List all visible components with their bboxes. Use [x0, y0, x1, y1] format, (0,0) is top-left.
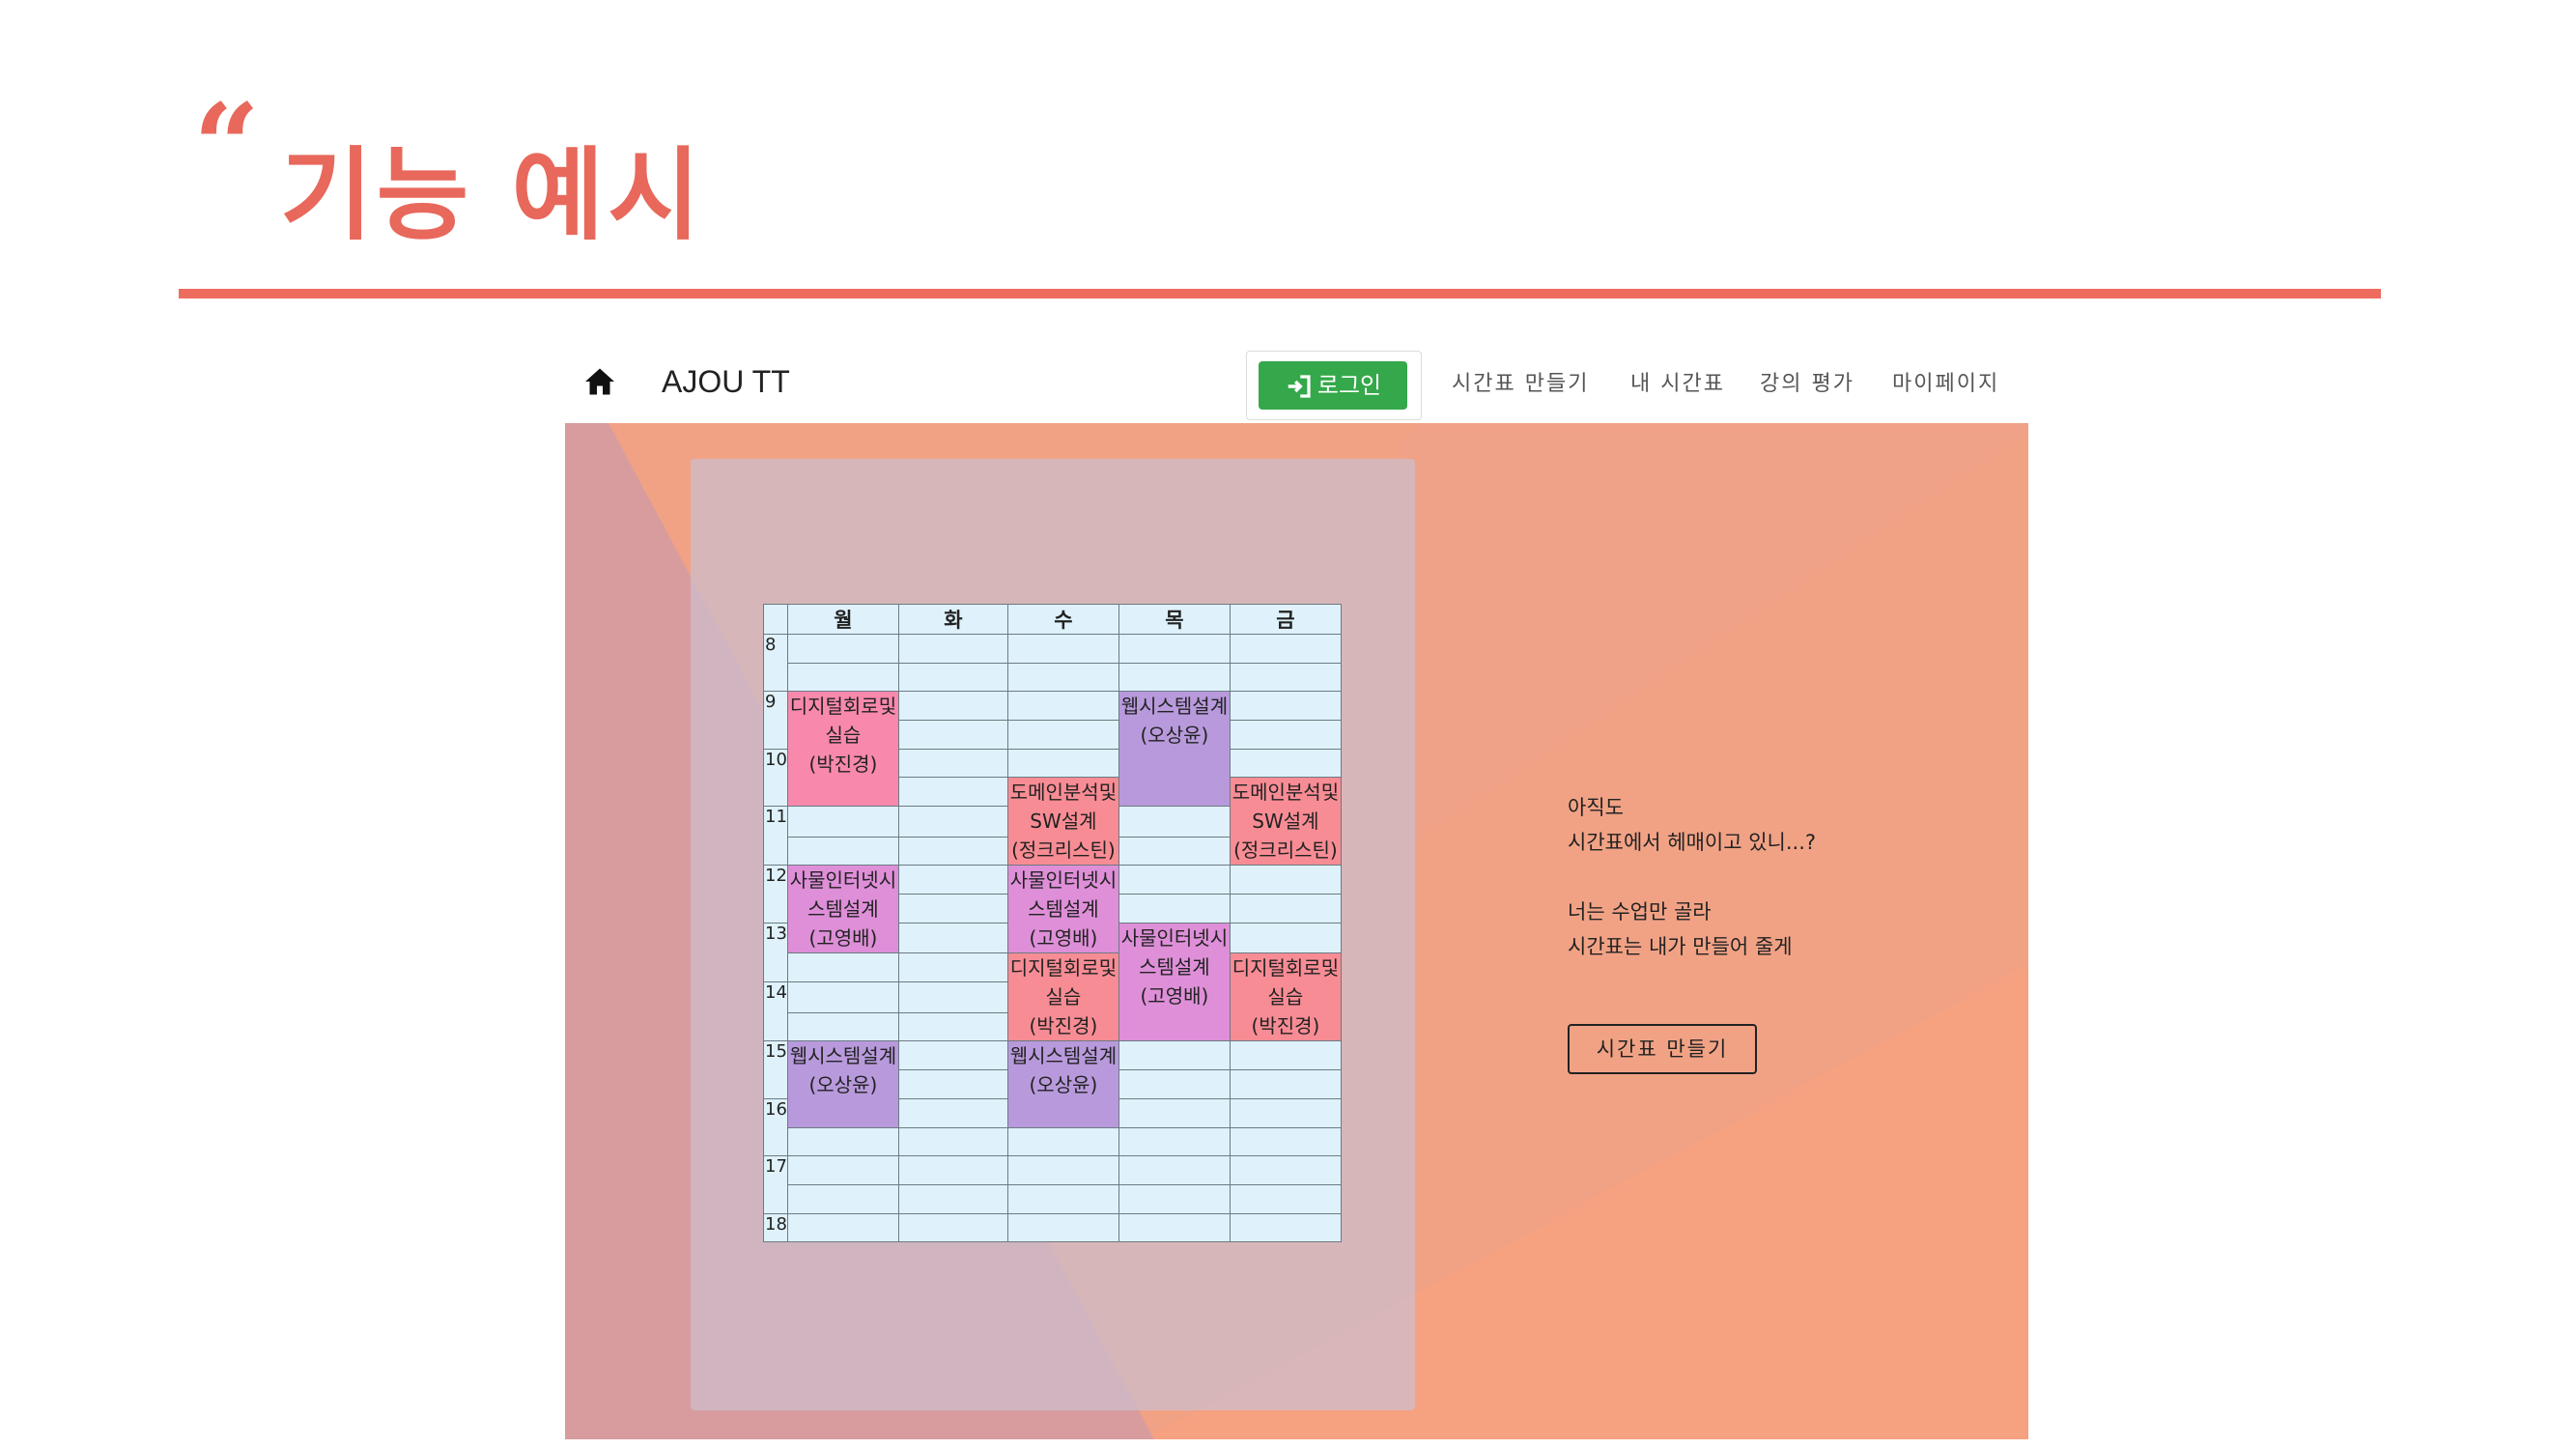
make-timetable-button[interactable]: 시간표 만들기 [1568, 1024, 1757, 1074]
timetable-panel: 월 화 수 목 금 8 9 디지털회로및 실습 (박진경) 웹시스템설계 (오상윤) [691, 459, 1415, 1410]
day-header: 금 [1229, 604, 1342, 635]
sign-in-icon [1288, 375, 1311, 398]
nav-link-make-timetable[interactable]: 시간표 만들기 [1452, 370, 1589, 399]
day-header: 수 [1006, 604, 1119, 635]
login-button[interactable]: 로그인 [1259, 361, 1407, 410]
hour-label: 12 [763, 865, 788, 923]
course-block[interactable]: 사물인터넷시 스템설계 (고영배) [1118, 922, 1231, 1042]
course-block[interactable]: 디지털회로및 실습 (박진경) [1229, 952, 1342, 1042]
hour-label: 9 [763, 691, 788, 750]
corner-cell [763, 604, 788, 635]
hero-line: 시간표는 내가 만들어 줄게 [1568, 935, 1793, 958]
navbar: AJOU TT 로그인 시간표 만들기 내 시간표 강의 평가 마이페이지 [565, 343, 2028, 423]
hour-label: 11 [763, 806, 788, 867]
day-header: 월 [786, 604, 899, 635]
course-block[interactable]: 디지털회로및 실습 (박진경) [786, 691, 899, 808]
hero-line: 너는 수업만 골라 [1568, 900, 1712, 923]
home-icon[interactable] [582, 364, 617, 399]
quote-mark: “ [193, 78, 261, 214]
nav-link-my-timetable[interactable]: 내 시간표 [1630, 370, 1725, 399]
hero-section: 월 화 수 목 금 8 9 디지털회로및 실습 (박진경) 웹시스템설계 (오상윤) [565, 423, 2028, 1439]
course-block[interactable]: 사물인터넷시 스템설계 (고영배) [1006, 865, 1119, 954]
course-block[interactable]: 도메인분석및 SW설계 (정크리스틴) [1229, 777, 1342, 867]
day-header: 화 [897, 604, 1008, 635]
login-label: 로그인 [1316, 372, 1382, 399]
timetable-grid: 월 화 수 목 금 8 9 디지털회로및 실습 (박진경) 웹시스템설계 (오상윤) [763, 604, 1342, 1243]
hour-label: 13 [763, 922, 788, 983]
course-block[interactable]: 웹시스템설계 (오상윤) [786, 1040, 899, 1128]
slide-title: 기능 예시 [280, 136, 704, 254]
nav-link-mypage[interactable]: 마이페이지 [1892, 370, 1999, 399]
course-block[interactable]: 도메인분석및 SW설계 (정크리스틴) [1006, 777, 1119, 867]
app-screenshot: AJOU TT 로그인 시간표 만들기 내 시간표 강의 평가 마이페이지 월 … [565, 343, 2028, 1439]
hero-line: 시간표에서 헤매이고 있니...? [1568, 831, 1817, 854]
brand-name[interactable]: AJOU TT [662, 362, 790, 401]
login-button-frame: 로그인 [1246, 351, 1422, 420]
course-block[interactable]: 웹시스템설계 (오상윤) [1006, 1040, 1119, 1128]
hour-label: 15 [763, 1040, 788, 1099]
hour-label: 17 [763, 1155, 788, 1214]
course-block[interactable]: 웹시스템설계 (오상윤) [1118, 691, 1231, 808]
nav-link-course-review[interactable]: 강의 평가 [1760, 370, 1854, 399]
course-block[interactable]: 디지털회로및 실습 (박진경) [1006, 952, 1119, 1042]
hour-label: 16 [763, 1097, 788, 1157]
title-divider [179, 289, 2381, 298]
hour-label: 14 [763, 981, 788, 1042]
hour-label: 18 [763, 1212, 788, 1243]
course-block[interactable]: 사물인터넷시 스템설계 (고영배) [786, 865, 899, 954]
hero-line: 아직도 [1568, 796, 1624, 819]
hour-label: 8 [763, 633, 788, 693]
day-header: 목 [1118, 604, 1231, 635]
hour-label: 10 [763, 748, 788, 808]
